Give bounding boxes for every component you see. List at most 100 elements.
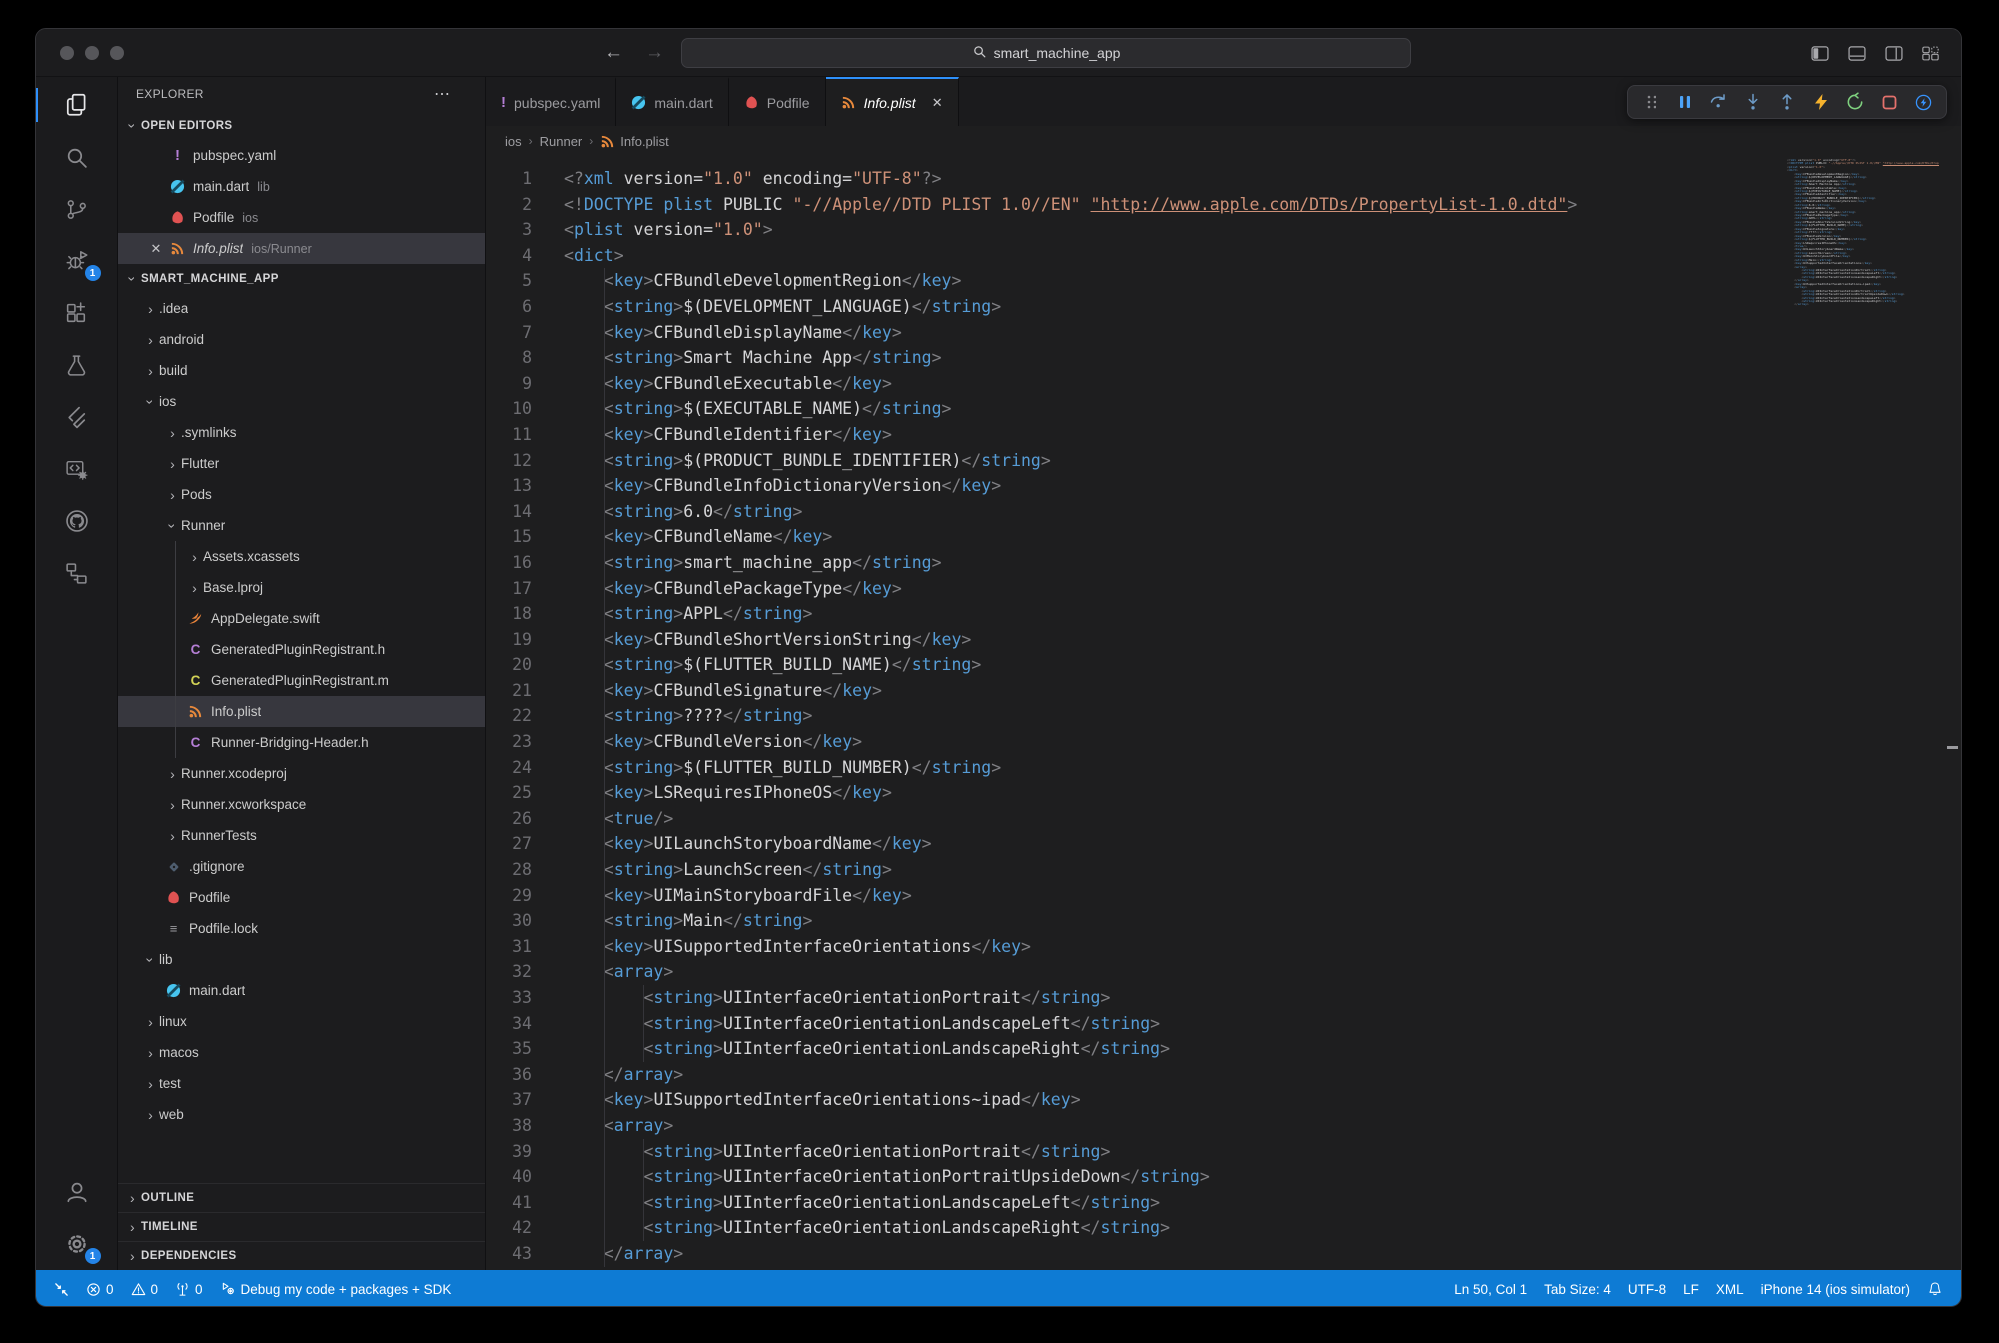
tree-item-build[interactable]: ›build — [118, 355, 485, 386]
more-actions-icon[interactable]: ⋯ — [434, 84, 451, 104]
inspector-icon[interactable] — [1906, 87, 1940, 117]
code-line: 38 <array> — [486, 1113, 1961, 1139]
step-into-icon[interactable] — [1736, 87, 1770, 117]
zoom-window-button[interactable] — [110, 46, 124, 60]
activity-github-icon[interactable] — [36, 495, 118, 547]
tree-item-test[interactable]: ›test — [118, 1068, 485, 1099]
tree-item-macos[interactable]: ›macos — [118, 1037, 485, 1068]
tree-item-web[interactable]: ›web — [118, 1099, 485, 1130]
open-editor-Info.plist[interactable]: ✕Info.plistios/Runner — [118, 233, 485, 264]
breadcrumb-Info.plist[interactable]: Info.plist — [600, 134, 668, 149]
tree-item-Podfile[interactable]: Podfile — [118, 882, 485, 913]
status-item[interactable]: UTF-8 — [1628, 1282, 1666, 1297]
status-item-bell[interactable] — [1927, 1281, 1943, 1297]
forward-arrow-icon[interactable]: → — [645, 42, 664, 64]
panel-right-icon[interactable] — [1885, 46, 1903, 61]
activity-account-icon[interactable] — [36, 1166, 118, 1218]
status-item-ports[interactable]: 0 — [175, 1282, 203, 1297]
tree-item-label: android — [159, 332, 204, 347]
tree-item-RunnerTests[interactable]: ›RunnerTests — [118, 820, 485, 851]
tree-item-android[interactable]: ›android — [118, 324, 485, 355]
tree-item-.idea[interactable]: ›.idea — [118, 293, 485, 324]
tree-item-main.dart[interactable]: main.dart — [118, 975, 485, 1006]
tree-item-GeneratedPluginRegistrant.h[interactable]: CGeneratedPluginRegistrant.h — [118, 634, 485, 665]
status-item[interactable]: Ln 50, Col 1 — [1454, 1282, 1527, 1297]
sidebar-bottom-sections: ›OUTLINE›TIMELINE›DEPENDENCIES — [118, 1183, 485, 1270]
status-item[interactable]: iPhone 14 (ios simulator) — [1761, 1282, 1910, 1297]
code-line: 7 <key>CFBundleDisplayName</key> — [486, 320, 1961, 346]
sidebar-title: EXPLORER — [136, 87, 204, 101]
status-item-debug[interactable]: Debug my code + packages + SDK — [220, 1281, 452, 1297]
step-over-icon[interactable] — [1702, 87, 1736, 117]
tab-Info.plist[interactable]: Info.plist✕ — [826, 77, 959, 126]
status-item[interactable]: XML — [1716, 1282, 1744, 1297]
grip-icon[interactable] — [1634, 87, 1668, 117]
code-line: 9 <key>CFBundleExecutable</key> — [486, 371, 1961, 397]
breadcrumb-ios[interactable]: ios — [505, 134, 522, 149]
tree-item-Info.plist[interactable]: Info.plist — [118, 696, 485, 727]
close-icon[interactable]: ✕ — [144, 241, 168, 257]
open-editor-pubspec.yaml[interactable]: !pubspec.yaml — [118, 140, 485, 171]
back-arrow-icon[interactable]: ← — [604, 42, 623, 64]
stop-icon[interactable] — [1872, 87, 1906, 117]
section-timeline[interactable]: ›TIMELINE — [118, 1212, 485, 1241]
tree-item-Flutter[interactable]: ›Flutter — [118, 448, 485, 479]
pause-icon[interactable] — [1668, 87, 1702, 117]
status-item[interactable]: Tab Size: 4 — [1544, 1282, 1611, 1297]
layout-grid-icon[interactable] — [1922, 46, 1939, 61]
tree-item-Runner.xcworkspace[interactable]: ›Runner.xcworkspace — [118, 789, 485, 820]
tree-item-AppDelegate.swift[interactable]: AppDelegate.swift — [118, 603, 485, 634]
code-editor[interactable]: 1<?xml version="1.0" encoding="UTF-8"?>2… — [486, 156, 1961, 1270]
activity-source-control-icon[interactable] — [36, 183, 118, 235]
tab-main.dart[interactable]: main.dart — [616, 77, 728, 126]
status-item-remote[interactable] — [54, 1282, 69, 1297]
status-item[interactable]: LF — [1683, 1282, 1699, 1297]
project-section-header[interactable]: › SMART_MACHINE_APP — [118, 264, 485, 293]
activity-devtools-icon[interactable] — [36, 443, 118, 495]
section-dependencies[interactable]: ›DEPENDENCIES — [118, 1241, 485, 1270]
tree-item-Runner-Bridging-Header.h[interactable]: CRunner-Bridging-Header.h — [118, 727, 485, 758]
tree-item-Pods[interactable]: ›Pods — [118, 479, 485, 510]
step-out-icon[interactable] — [1770, 87, 1804, 117]
minimap[interactable]: <?xml version="1.0" encoding="UTF-8"?><!… — [1787, 159, 1939, 329]
breadcrumb-Runner[interactable]: Runner — [540, 134, 583, 149]
tree-item-.symlinks[interactable]: ›.symlinks — [118, 417, 485, 448]
activity-testing-icon[interactable] — [36, 339, 118, 391]
activity-search-icon[interactable] — [36, 131, 118, 183]
tree-item-linux[interactable]: ›linux — [118, 1006, 485, 1037]
tree-item-.gitignore[interactable]: .gitignore — [118, 851, 485, 882]
activity-explorer-icon[interactable] — [36, 79, 118, 131]
section-outline[interactable]: ›OUTLINE — [118, 1183, 485, 1212]
close-window-button[interactable] — [60, 46, 74, 60]
tree-item-Assets.xcassets[interactable]: ›Assets.xcassets — [118, 541, 485, 572]
hot-reload-icon[interactable] — [1804, 87, 1838, 117]
panel-bottom-icon[interactable] — [1848, 46, 1866, 61]
activity-extensions-icon[interactable] — [36, 287, 118, 339]
tree-item-Base.lproj[interactable]: ›Base.lproj — [118, 572, 485, 603]
activity-flutter-icon[interactable] — [36, 391, 118, 443]
activity-hierarchy-icon[interactable] — [36, 547, 118, 599]
status-item-error[interactable]: 0 — [86, 1282, 114, 1297]
tab-Podfile[interactable]: Podfile — [729, 77, 826, 126]
chevron-right-icon: › — [164, 766, 181, 782]
tree-item-Runner[interactable]: ›Runner — [118, 510, 485, 541]
tree-item-ios[interactable]: ›ios — [118, 386, 485, 417]
panel-left-icon[interactable] — [1811, 46, 1829, 61]
open-editors-section-header[interactable]: › OPEN EDITORS — [118, 111, 485, 140]
activity-run-debug-icon[interactable]: 1 — [36, 235, 118, 287]
close-icon[interactable]: ✕ — [932, 95, 943, 111]
open-editor-main.dart[interactable]: main.dartlib — [118, 171, 485, 202]
tree-item-GeneratedPluginRegistrant.m[interactable]: CGeneratedPluginRegistrant.m — [118, 665, 485, 696]
status-item-warning[interactable]: 0 — [131, 1282, 159, 1297]
activity-settings-icon[interactable]: 1 — [36, 1218, 118, 1270]
tree-item-Podfile.lock[interactable]: ≡Podfile.lock — [118, 913, 485, 944]
open-editor-Podfile[interactable]: Podfileios — [118, 202, 485, 233]
code-line: 8 <string>Smart Machine App</string> — [486, 345, 1961, 371]
command-center-search[interactable]: smart_machine_app — [681, 38, 1411, 68]
restart-icon[interactable] — [1838, 87, 1872, 117]
tree-item-lib[interactable]: ›lib — [118, 944, 485, 975]
minimize-window-button[interactable] — [85, 46, 99, 60]
line-number: 12 — [486, 448, 532, 474]
tree-item-Runner.xcodeproj[interactable]: ›Runner.xcodeproj — [118, 758, 485, 789]
tab-pubspec.yaml[interactable]: !pubspec.yaml — [486, 77, 616, 126]
